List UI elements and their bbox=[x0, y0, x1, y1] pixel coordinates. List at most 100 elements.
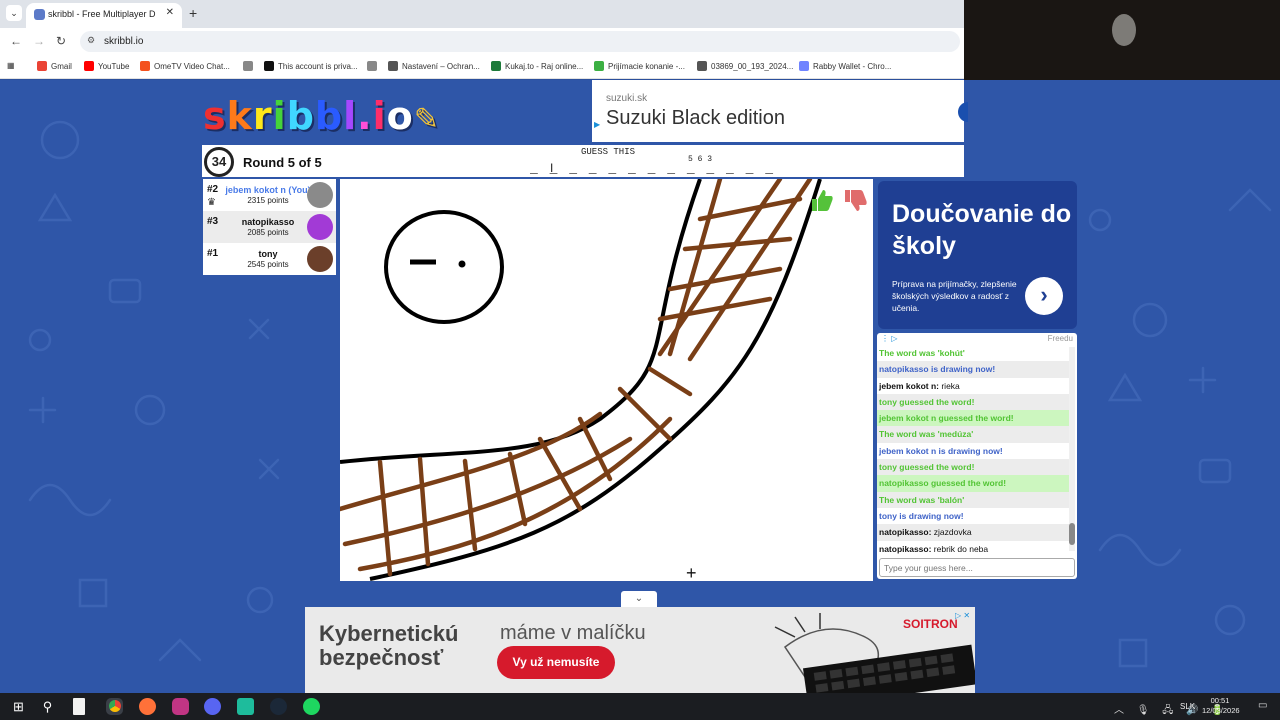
ad-right-info: Freedu bbox=[1047, 334, 1073, 343]
logo-letter: b bbox=[286, 94, 315, 138]
bookmark-item[interactable]: Nastavení – Ochran... bbox=[388, 61, 480, 71]
chat-message-text: The word was 'medúza' bbox=[879, 429, 974, 440]
bookmark-favicon-icon bbox=[264, 61, 274, 71]
clock-date: 12/03/2026 bbox=[1202, 706, 1240, 715]
skribbl-page: skribbl.io✎ suzuki.sk Suzuki Black editi… bbox=[0, 80, 1280, 693]
new-tab-icon[interactable]: + bbox=[189, 5, 197, 21]
bookmark-label: Nastavení – Ochran... bbox=[402, 62, 480, 71]
guess-input[interactable] bbox=[879, 558, 1075, 577]
chat-message-text: jebem kokot n guessed the word! bbox=[879, 413, 1014, 424]
timer-clock: 34 bbox=[204, 147, 234, 177]
ad-top-domain: suzuki.sk bbox=[606, 93, 648, 104]
player-row[interactable]: #2 jebem kokot n (You) 2315 points ♛ bbox=[203, 179, 336, 211]
bookmark-item[interactable] bbox=[367, 61, 381, 71]
steam-app-icon[interactable] bbox=[270, 698, 287, 715]
ad-choices-icon[interactable]: ▷ ✕ bbox=[955, 611, 970, 620]
file-icon[interactable] bbox=[73, 698, 85, 715]
player-rank: #1 bbox=[207, 248, 219, 259]
thumbs-up-icon[interactable] bbox=[808, 186, 834, 214]
bookmark-item[interactable]: Prijímacie konanie -... bbox=[594, 61, 685, 71]
back-icon[interactable]: ← bbox=[10, 34, 22, 48]
bookmark-item[interactable] bbox=[243, 61, 257, 71]
search-icon[interactable]: ⚲ bbox=[39, 698, 56, 715]
chat-scrollbar[interactable] bbox=[1069, 347, 1075, 551]
bookmark-favicon-icon bbox=[799, 61, 809, 71]
ad-right-title: Doučovanie do školy bbox=[892, 200, 1072, 260]
chat-scrollbar-thumb[interactable] bbox=[1069, 523, 1075, 545]
player-list: #2 jebem kokot n (You) 2315 points ♛ #3 natop… bbox=[203, 179, 336, 275]
tab-close-icon[interactable]: ✕ bbox=[166, 7, 174, 18]
keyboard-language[interactable]: SLK bbox=[1180, 702, 1195, 711]
tab-title: skribbl - Free Multiplayer Draw bbox=[48, 9, 156, 19]
forward-icon[interactable]: → bbox=[33, 34, 45, 48]
drawing-strokes bbox=[337, 176, 822, 581]
clock[interactable]: 00:51 12/03/2026 bbox=[1202, 696, 1240, 716]
bookmarks-bar: ▦ Gmail YouTube OmeTV Video Chat... This ac… bbox=[0, 55, 964, 79]
bookmark-item[interactable]: Gmail bbox=[37, 61, 72, 71]
spotify-app-icon[interactable] bbox=[303, 698, 320, 715]
crosshair-cursor-icon: + bbox=[686, 563, 697, 583]
bookmark-favicon-icon bbox=[697, 61, 707, 71]
bookmark-label: Kukaj.to - Raj online... bbox=[505, 62, 584, 71]
logo-letter: l bbox=[343, 94, 358, 138]
chat-message-text: natopikasso is drawing now! bbox=[879, 364, 996, 375]
app-icon[interactable] bbox=[237, 698, 254, 715]
firefox-app-icon[interactable] bbox=[139, 698, 156, 715]
address-bar[interactable]: ⚙ skribbl.io bbox=[80, 31, 960, 52]
webcam-lamp bbox=[1112, 14, 1136, 46]
chat-message: jebem kokot n is drawing now! bbox=[877, 443, 1069, 459]
chat-messages: The word was 'kohút' natopikasso is drawi… bbox=[877, 345, 1069, 555]
notification-icon[interactable]: ▭ bbox=[1258, 700, 1267, 711]
bookmark-favicon-icon bbox=[367, 61, 377, 71]
ad-right-body: Príprava na prijímačky, zlepšenie školsk… bbox=[892, 279, 1017, 313]
chat-message: tony is drawing now! bbox=[877, 508, 1069, 524]
chevron-right-icon[interactable]: › bbox=[1025, 277, 1063, 315]
chevron-down-icon[interactable]: ⌄ bbox=[621, 591, 657, 607]
bookmark-item[interactable]: Kukaj.to - Raj online... bbox=[491, 61, 583, 71]
player-avatar bbox=[307, 182, 333, 208]
logo-letter: b bbox=[314, 94, 344, 138]
bookmark-item[interactable]: YouTube bbox=[84, 61, 129, 71]
discord-app-icon[interactable] bbox=[204, 698, 221, 715]
player-row[interactable]: #3 natopikasso 2085 points bbox=[203, 211, 336, 243]
bookmark-item[interactable]: OmeTV Video Chat... bbox=[140, 61, 230, 71]
bookmark-label: Prijímacie konanie -... bbox=[608, 62, 685, 71]
active-tab[interactable]: skribbl - Free Multiplayer Draw ✕ bbox=[26, 3, 182, 28]
chat-ad-bar: ⋮ ▷ Freedu bbox=[877, 333, 1077, 345]
chat-message: natopikasso: zjazdovka bbox=[877, 524, 1069, 541]
chat-message: tony guessed the word! bbox=[877, 393, 1069, 411]
drawing-canvas[interactable] bbox=[337, 176, 873, 581]
player-rank: #3 bbox=[207, 216, 219, 227]
chat-message-text: natopikasso guessed the word! bbox=[879, 478, 1007, 489]
ad-bottom-title-line: Kybernetickú bbox=[319, 621, 459, 646]
site-info-icon[interactable]: ⚙ bbox=[87, 35, 95, 46]
chat-message: tony guessed the word! bbox=[877, 459, 1069, 476]
logo-letter: k bbox=[226, 94, 253, 138]
chat-message: The word was 'balón' bbox=[877, 491, 1069, 508]
chrome-app-icon[interactable] bbox=[106, 698, 123, 715]
logo-letter: s bbox=[203, 94, 227, 138]
bookmark-item[interactable]: 03869_00_193_2024... bbox=[697, 61, 793, 71]
ad-banner-top[interactable]: suzuki.sk Suzuki Black edition ▶ bbox=[592, 80, 964, 142]
chat-message-author: natopikasso: bbox=[879, 527, 934, 538]
ad-bottom-title-line: bezpečnosť bbox=[319, 645, 444, 670]
apps-icon[interactable]: ▦ bbox=[7, 61, 15, 70]
url-text: skribbl.io bbox=[104, 36, 144, 47]
reload-icon[interactable]: ↻ bbox=[56, 34, 66, 48]
ad-bottom-button[interactable]: Vy už nemusíte bbox=[497, 646, 615, 679]
ad-choices-icon[interactable]: ⋮ ▷ bbox=[881, 334, 897, 343]
instagram-app-icon[interactable] bbox=[172, 698, 189, 715]
bookmark-item[interactable]: Rabby Wallet - Chro... bbox=[799, 61, 891, 71]
player-row[interactable]: #1 tony 2545 points bbox=[203, 243, 336, 275]
ad-choices-icon[interactable]: ▶ bbox=[594, 120, 600, 129]
ad-banner-right[interactable]: Doučovanie do školy Príprava na prijímač… bbox=[878, 181, 1077, 329]
bookmark-item[interactable]: This account is priva... bbox=[264, 61, 358, 71]
ad-banner-bottom[interactable]: Kybernetickú bezpečnosť máme v malíčku Vy… bbox=[305, 607, 975, 693]
tab-favicon-icon bbox=[34, 9, 45, 20]
thumbs-down-icon[interactable] bbox=[840, 186, 868, 214]
player-points: 2545 points bbox=[247, 260, 289, 269]
tab-list-button[interactable]: ⌄ bbox=[6, 5, 22, 21]
bookmark-label: This account is priva... bbox=[278, 62, 358, 71]
bookmark-favicon-icon bbox=[491, 61, 501, 71]
windows-start-icon[interactable]: ⊞ bbox=[10, 698, 27, 715]
